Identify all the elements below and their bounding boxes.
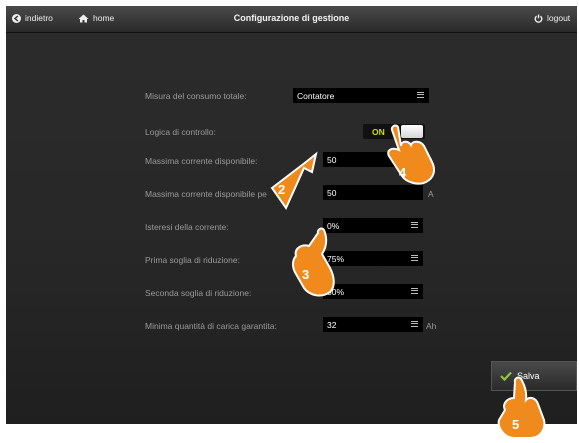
callout-number-5: 5 xyxy=(512,417,519,432)
callout-arrow-2 xyxy=(270,151,318,211)
annotation-overlay: 2 4 3 5 xyxy=(270,124,546,439)
pointing-hand-icon xyxy=(387,124,435,185)
callout-number-4: 4 xyxy=(399,165,407,180)
pointing-hand-icon xyxy=(292,227,335,297)
callout-number-2: 2 xyxy=(278,182,285,197)
callout-number-3: 3 xyxy=(302,267,309,282)
pointing-hand-icon xyxy=(497,376,546,439)
